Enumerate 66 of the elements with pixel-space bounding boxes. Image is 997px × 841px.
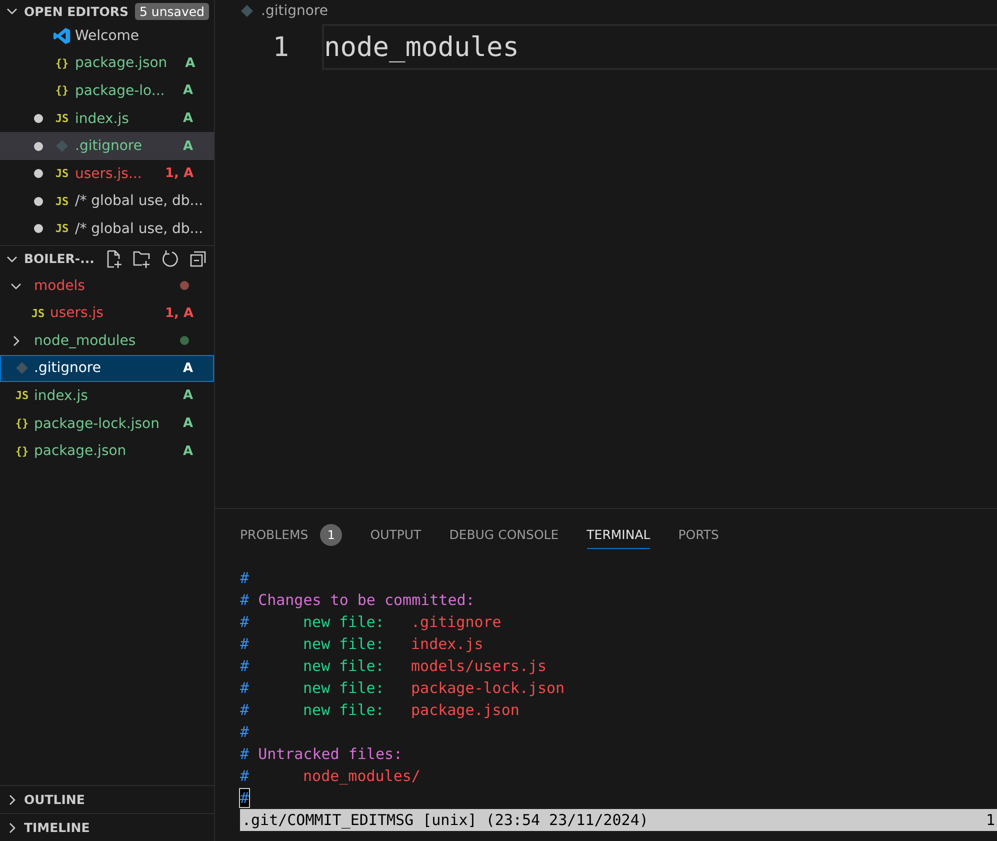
- terminal-line: #: [240, 722, 250, 743]
- open-editor-item[interactable]: Welcome: [0, 22, 214, 50]
- code-line: node_modules: [324, 32, 520, 62]
- panel-tab[interactable]: TERMINAL: [586, 522, 650, 548]
- file-type-icon: JS: [55, 167, 69, 180]
- terminal-line: # Untracked files:: [240, 744, 403, 765]
- folder-item[interactable]: models: [0, 272, 214, 300]
- panel-tab[interactable]: OUTPUT: [370, 522, 422, 548]
- file-type-icon: JS: [55, 222, 69, 236]
- open-editor-item[interactable]: JS /* global use, db...: [0, 215, 214, 243]
- unsaved-count: 5 unsaved: [134, 2, 210, 20]
- line-number: 1: [272, 32, 290, 62]
- file-type-icon: JS: [55, 112, 69, 126]
- section-header[interactable]: TIMELINE: [0, 813, 214, 841]
- git-status: 1, A: [165, 306, 193, 321]
- open-editor-item[interactable]: JS /* global use, db...: [0, 188, 214, 216]
- new-folder-icon[interactable]: [132, 248, 152, 269]
- section-header[interactable]: OPEN EDITORS 5 unsaved: [0, 0, 214, 22]
- breadcrumb[interactable]: .gitignore: [261, 3, 328, 19]
- terminal-line: # new file: package.json: [240, 700, 520, 721]
- file-type-icon: {}: [55, 56, 69, 70]
- code-editor-logo-icon: [53, 26, 71, 46]
- diamond-icon: [241, 5, 253, 17]
- terminal-line: # Changes to be committed:: [240, 590, 475, 611]
- git-status: A: [182, 360, 193, 376]
- git-status: A: [182, 138, 193, 154]
- git-status: 1, A: [165, 166, 193, 182]
- section-header[interactable]: OUTLINE: [0, 785, 214, 813]
- terminal-line: # new file: .gitignore: [240, 612, 502, 633]
- panel-tab[interactable]: PORTS: [678, 522, 719, 548]
- folder-item[interactable]: node_modules: [0, 326, 214, 355]
- file-type-icon: {}: [15, 417, 29, 430]
- git-status: A: [184, 56, 196, 71]
- git-status: A: [182, 416, 193, 432]
- file-type-icon: JS: [15, 389, 29, 402]
- file-item[interactable]: .gitignore A: [0, 354, 214, 382]
- git-status: A: [182, 83, 193, 98]
- git-status: A: [182, 444, 193, 459]
- file-type-icon: JS: [31, 306, 45, 320]
- diamond-icon: [16, 362, 28, 374]
- file-type-icon: {}: [55, 84, 69, 98]
- problem-count: 1: [320, 524, 342, 546]
- terminal-line: #: [240, 568, 250, 589]
- file-item[interactable]: JS users.js 1, A: [0, 299, 214, 327]
- git-status: A: [182, 388, 193, 404]
- file-type-icon: {}: [15, 444, 29, 458]
- open-editor-item[interactable]: JS index.js A: [0, 104, 214, 132]
- panel-tab[interactable]: DEBUG CONSOLE: [449, 522, 559, 548]
- terminal-line: # node_modules/: [240, 766, 420, 787]
- open-editor-item[interactable]: {} package-lo... A: [0, 77, 214, 105]
- section-header[interactable]: BOILER-...: [0, 244, 214, 272]
- diamond-icon: [56, 140, 68, 152]
- panel-tab[interactable]: PROBLEMS 1: [240, 522, 342, 548]
- refresh-icon[interactable]: [160, 248, 180, 269]
- file-item[interactable]: JS index.js A: [0, 382, 214, 410]
- git-status: A: [182, 111, 193, 126]
- collapse-all-icon[interactable]: [188, 248, 208, 269]
- open-editor-item[interactable]: JS users.js... 1, A: [0, 160, 214, 188]
- open-editor-item[interactable]: {} package.json A: [0, 50, 214, 78]
- terminal-line: # new file: index.js: [240, 634, 484, 655]
- open-editor-item[interactable]: .gitignore A: [0, 132, 214, 160]
- terminal-line: # new file: models/users.js: [240, 656, 546, 677]
- file-item[interactable]: {} package.json A: [0, 437, 214, 465]
- file-type-icon: JS: [55, 194, 69, 208]
- terminal-line: # new file: package-lock.json: [240, 678, 565, 699]
- file-item[interactable]: {} package-lock.json A: [0, 410, 214, 438]
